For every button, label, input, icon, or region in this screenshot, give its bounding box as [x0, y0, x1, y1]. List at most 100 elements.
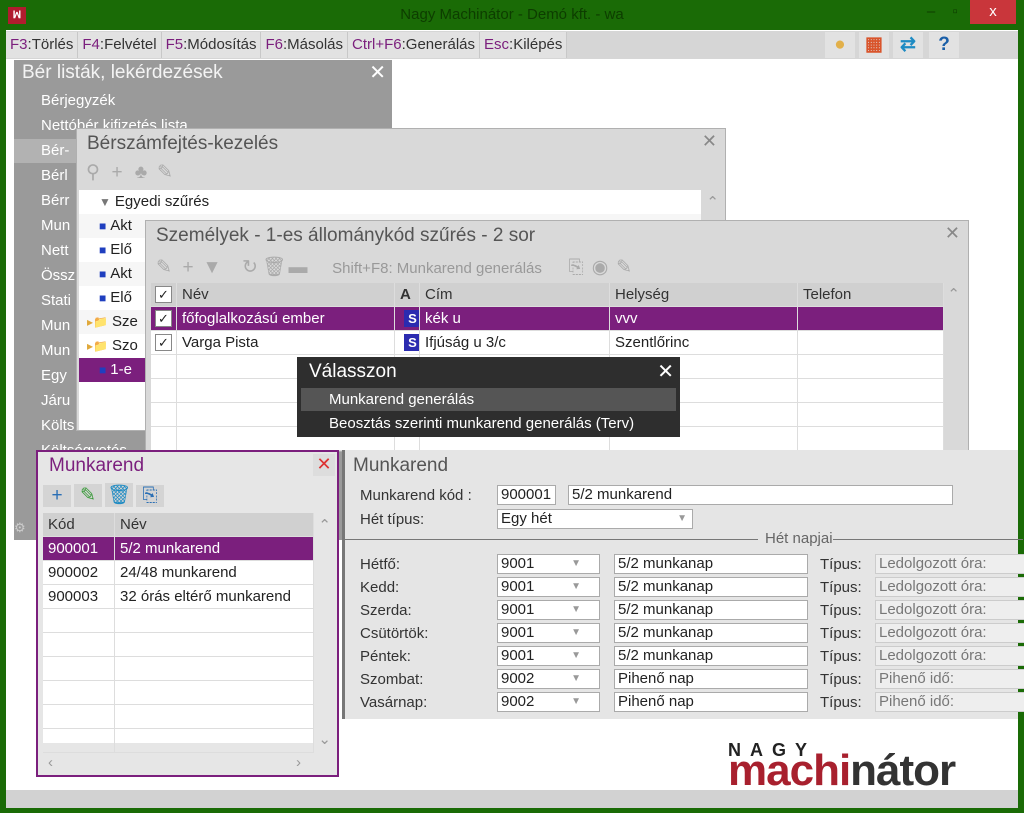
tipus-field[interactable]: Ledolgozott óra: [875, 577, 1024, 597]
column-header[interactable]: Helység [610, 283, 798, 306]
close-icon[interactable]: ✕ [657, 359, 674, 384]
table-row[interactable]: ✓ Varga Pista S Ifjúság u 3/c Szentlőrinc [151, 331, 944, 355]
day-code-select[interactable]: 9001 ▼ [497, 623, 600, 643]
day-code-select[interactable]: 9002 ▼ [497, 692, 600, 712]
table-row[interactable] [43, 633, 314, 657]
tipus-field[interactable]: Ledolgozott óra: [875, 554, 1024, 574]
menu-item-beosztas-generalas[interactable]: Beosztás szerinti munkarend generálás (T… [301, 412, 676, 435]
toolbar-button-3[interactable]: F6:Másolás [261, 32, 349, 58]
swap-icon[interactable]: ⇄ [893, 32, 923, 58]
tipus-field[interactable]: Ledolgozott óra: [875, 646, 1024, 666]
refresh-icon[interactable]: ↻ [238, 256, 262, 279]
day-name-input[interactable]: Pihenő nap [614, 669, 808, 689]
day-name-input[interactable]: 5/2 munkanap [614, 623, 808, 643]
column-header[interactable]: Telefon [798, 283, 944, 306]
trash-icon[interactable]: 🗑 [262, 255, 286, 279]
monitor-icon: ■ [99, 219, 107, 233]
add-icon[interactable]: + [43, 485, 71, 507]
row-checkbox[interactable]: ✓ [155, 310, 172, 327]
help-icon[interactable]: ? [929, 32, 959, 58]
list-item[interactable]: Bérjegyzék [41, 89, 381, 113]
table-row[interactable]: 900002 24/48 munkarend [43, 561, 314, 585]
filter-icon[interactable]: ▼ [200, 257, 224, 279]
scroll-down-icon[interactable]: ⌄ [318, 730, 331, 748]
tree-item[interactable]: ▼ Egyedi szűrés [79, 190, 701, 214]
close-icon[interactable]: ✕ [313, 454, 335, 476]
table-row[interactable] [43, 729, 314, 753]
row-checkbox[interactable]: ✓ [155, 334, 172, 351]
close-window-button[interactable]: x [970, 0, 1016, 24]
maximize-button[interactable]: ▫ [942, 0, 968, 24]
nev-input[interactable]: 5/2 munkarend [568, 485, 953, 505]
scroll-up-icon[interactable]: ⌃ [947, 285, 960, 303]
select-all-checkbox[interactable]: ✓ [155, 286, 172, 303]
scroll-left-icon[interactable]: ‹ [48, 754, 53, 771]
eye-icon[interactable]: ◉ [588, 256, 612, 279]
tipus-label: Típus: [820, 556, 862, 573]
column-header[interactable]: Kód [43, 513, 115, 536]
scroll-up-icon[interactable]: ⌃ [706, 193, 719, 211]
table-cell [115, 729, 314, 752]
table-row[interactable] [43, 681, 314, 705]
table-row[interactable]: 900001 5/2 munkarend [43, 537, 314, 561]
chevron-down-icon: ▼ [571, 696, 581, 707]
table-row[interactable] [43, 657, 314, 681]
pin-icon[interactable]: ✎ [612, 256, 636, 279]
day-name-input[interactable]: 5/2 munkanap [614, 577, 808, 597]
day-code-select[interactable]: 9001 ▼ [497, 554, 600, 574]
pin-icon[interactable]: ✎ [153, 161, 177, 184]
gear-icon[interactable]: ⚙ [14, 520, 26, 536]
tipus-field[interactable]: Ledolgozott óra: [875, 600, 1024, 620]
toolbar-button-4[interactable]: Ctrl+F6:Generálás [348, 32, 481, 58]
add-icon[interactable]: + [176, 257, 200, 279]
scroll-up-icon[interactable]: ⌃ [318, 516, 331, 534]
day-name-input[interactable]: Pihenő nap [614, 692, 808, 712]
grid-header[interactable]: Kód Név [43, 513, 314, 537]
print-icon[interactable]: ▬ [286, 257, 310, 279]
column-header[interactable]: Név [177, 283, 395, 306]
search-icon[interactable]: ⚲ [81, 161, 105, 184]
day-code-select[interactable]: 9001 ▼ [497, 646, 600, 666]
scroll-right-icon[interactable]: › [296, 754, 301, 771]
close-icon[interactable]: ✕ [945, 223, 960, 244]
column-header[interactable]: Név [115, 513, 314, 536]
user-icon[interactable]: ● [825, 32, 855, 58]
table-row[interactable] [43, 705, 314, 729]
edit-icon[interactable]: ✎ [152, 256, 176, 279]
toolbar-button-0[interactable]: F3:Törlés [6, 32, 79, 58]
export-icon[interactable]: ⎘ [564, 257, 588, 279]
shift-f8-button[interactable]: Shift+F8: Munkarend generálás [332, 260, 542, 277]
shortcut-key: F4 [82, 36, 100, 53]
copy-icon[interactable]: ⎘ [136, 485, 164, 507]
het-tipus-select[interactable]: Egy hét ▼ [497, 509, 693, 529]
tipus-field[interactable]: Ledolgozott óra: [875, 623, 1024, 643]
table-row[interactable]: ✓ főfoglalkozású ember Skék u vvv [151, 307, 944, 331]
tree-icon[interactable]: ♣ [129, 162, 153, 184]
column-header[interactable]: A [395, 283, 420, 306]
tipus-field[interactable]: Pihenő idő: [875, 669, 1024, 689]
toolbar-button-1[interactable]: F4:Felvétel [78, 32, 162, 58]
edit-icon[interactable]: ✎ [74, 484, 102, 507]
toolbar-button-5[interactable]: Esc:Kilépés [480, 32, 568, 58]
column-header[interactable]: Cím [420, 283, 610, 306]
tipus-field[interactable]: Pihenő idő: [875, 692, 1024, 712]
column-header[interactable]: ✓ [151, 283, 177, 306]
kod-input[interactable]: 900001 [497, 485, 556, 505]
tiles-icon[interactable]: ▦ [859, 32, 889, 58]
day-name-input[interactable]: 5/2 munkanap [614, 554, 808, 574]
table-row[interactable] [43, 609, 314, 633]
day-code-select[interactable]: 9001 ▼ [497, 600, 600, 620]
trash-icon[interactable]: 🗑 [105, 483, 133, 507]
day-code-select[interactable]: 9001 ▼ [497, 577, 600, 597]
close-icon[interactable]: ✕ [369, 60, 386, 85]
grid-header[interactable]: ✓ Név A Cím Helység Telefon [151, 283, 944, 307]
day-code-select[interactable]: 9002 ▼ [497, 669, 600, 689]
day-name-input[interactable]: 5/2 munkanap [614, 646, 808, 666]
close-icon[interactable]: ✕ [702, 131, 717, 152]
toolbar-button-2[interactable]: F5:Módosítás [161, 32, 262, 58]
menu-item-munkarend-generalas[interactable]: Munkarend generálás [301, 388, 676, 411]
day-name-input[interactable]: 5/2 munkanap [614, 600, 808, 620]
minimize-button[interactable]: – [918, 0, 944, 24]
table-row[interactable]: 900003 32 órás eltérő munkarend [43, 585, 314, 609]
add-icon[interactable]: + [105, 162, 129, 184]
